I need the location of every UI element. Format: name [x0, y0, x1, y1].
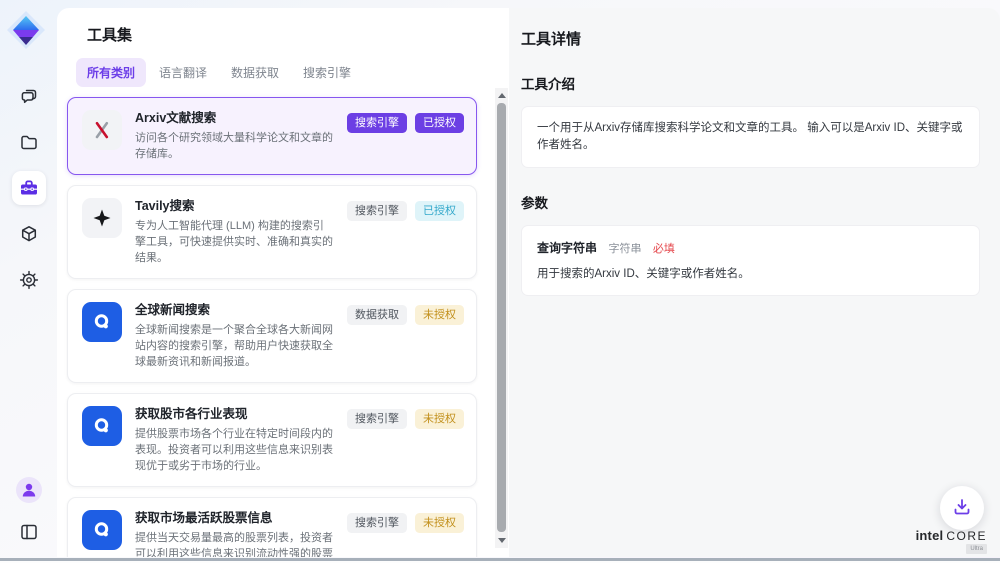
category-badge: 搜索引擎	[347, 513, 407, 533]
sidebar-item-panel-toggle[interactable]	[12, 515, 46, 549]
detail-title: 工具详情	[521, 28, 980, 49]
tool-detail-panel: 工具详情 工具介绍 一个用于从Arxiv存储库搜索科学论文和文章的工具。 输入可…	[509, 8, 1000, 557]
tool-card[interactable]: Arxiv文献搜索 访问各个研究领域大量科学论文和文章的存储库。 搜索引擎 已授…	[67, 97, 477, 175]
category-tab-3[interactable]: 搜索引擎	[292, 58, 362, 87]
sidebar-item-chat[interactable]	[12, 79, 46, 113]
app-logo	[6, 10, 46, 50]
tool-list: Arxiv文献搜索 访问各个研究领域大量科学论文和文章的存储库。 搜索引擎 已授…	[67, 97, 477, 557]
tool-list-panel: 工具集 所有类别语言翻译数据获取搜索引擎 Arxiv文献搜索 访问各个研究领域大…	[57, 8, 509, 557]
sidebar-item-plugins[interactable]	[12, 217, 46, 251]
chat-icon	[19, 86, 39, 106]
sidebar-item-tools[interactable]	[12, 171, 46, 205]
gear-icon	[19, 270, 39, 290]
cube-icon	[19, 224, 39, 244]
intro-card: 一个用于从Arxiv存储库搜索科学论文和文章的工具。 输入可以是Arxiv ID…	[521, 106, 980, 168]
arxiv-icon	[82, 110, 122, 150]
app-window: 工具集 所有类别语言翻译数据获取搜索引擎 Arxiv文献搜索 访问各个研究领域大…	[0, 0, 1000, 563]
tool-card[interactable]: Tavily搜索 专为人工智能代理 (LLM) 构建的搜索引擎工具，可快速提供实…	[67, 185, 477, 279]
intro-text: 一个用于从Arxiv存储库搜索科学论文和文章的工具。 输入可以是Arxiv ID…	[537, 122, 963, 151]
q-search-icon	[82, 302, 122, 342]
page-title: 工具集	[87, 24, 509, 45]
sidebar-nav	[0, 79, 57, 297]
tool-card[interactable]: 获取股市各行业表现 提供股票市场各个行业在特定时间段内的表现。投资者可以利用这些…	[67, 393, 477, 487]
tool-title: Tavily搜索	[135, 198, 334, 215]
scrollbar-thumb[interactable]	[497, 103, 506, 532]
download-button[interactable]	[940, 486, 984, 530]
tool-description: 提供股票市场各个行业在特定时间段内的表现。投资者可以利用这些信息来识别表现优于或…	[135, 426, 334, 474]
category-tab-1[interactable]: 语言翻译	[148, 58, 218, 87]
param-description: 用于搜索的Arxiv ID、关键字或作者姓名。	[537, 266, 964, 282]
auth-badge: 未授权	[415, 305, 464, 325]
download-icon	[951, 496, 973, 521]
category-tab-0[interactable]: 所有类别	[76, 58, 146, 87]
intro-heading: 工具介绍	[521, 73, 980, 93]
tool-description: 访问各个研究领域大量科学论文和文章的存储库。	[135, 130, 334, 162]
scrollbar-down-arrow[interactable]	[498, 538, 506, 543]
auth-badge: 未授权	[415, 409, 464, 429]
toolbox-icon	[18, 177, 40, 199]
scrollbar-up-arrow[interactable]	[498, 93, 506, 98]
tool-title: Arxiv文献搜索	[135, 110, 334, 127]
tool-card[interactable]: 全球新闻搜索 全球新闻搜索是一个聚合全球各大新闻网站内容的搜索引擎，帮助用户快速…	[67, 289, 477, 383]
tool-description: 提供当天交易量最高的股票列表，投资者可以利用这些信息来识别流动性强的股票和潜在的…	[135, 530, 334, 557]
tool-title: 获取股市各行业表现	[135, 406, 334, 423]
category-badge: 搜索引擎	[347, 113, 407, 133]
param-name: 查询字符串	[537, 241, 597, 255]
param-required-badge: 必填	[653, 243, 675, 255]
tavily-star-icon	[82, 198, 122, 238]
sidebar-item-account[interactable]	[12, 473, 46, 507]
q-search-icon	[82, 406, 122, 446]
param-type: 字符串	[608, 243, 641, 255]
category-tabs: 所有类别语言翻译数据获取搜索引擎	[76, 58, 509, 87]
params-heading: 参数	[521, 192, 980, 212]
sidebar-item-files[interactable]	[12, 125, 46, 159]
tool-description: 专为人工智能代理 (LLM) 构建的搜索引擎工具，可快速提供实时、准确和真实的结…	[135, 218, 334, 266]
core-wordmark: CORE	[946, 529, 987, 543]
sidebar-item-settings[interactable]	[12, 263, 46, 297]
auth-badge: 已授权	[415, 201, 464, 221]
sidebar-bottom	[0, 473, 57, 549]
param-card: 查询字符串 字符串 必填 用于搜索的Arxiv ID、关键字或作者姓名。	[521, 225, 980, 296]
auth-badge: 已授权	[415, 113, 464, 133]
category-tab-2[interactable]: 数据获取	[220, 58, 290, 87]
tool-title: 获取市场最活跃股票信息	[135, 510, 334, 527]
panel-toggle-icon	[19, 522, 39, 542]
tool-description: 全球新闻搜索是一个聚合全球各大新闻网站内容的搜索引擎，帮助用户快速获取全球最新资…	[135, 322, 334, 370]
intel-wordmark: intel	[916, 528, 944, 543]
auth-badge: 未授权	[415, 513, 464, 533]
category-badge: 数据获取	[347, 305, 407, 325]
ultra-badge: Ultra	[966, 544, 987, 554]
category-badge: 搜索引擎	[347, 201, 407, 221]
category-badge: 搜索引擎	[347, 409, 407, 429]
param-header: 查询字符串 字符串 必填	[537, 239, 964, 257]
intel-core-logo: intel CORE Ultra	[916, 528, 987, 554]
q-search-icon	[82, 510, 122, 550]
tool-card[interactable]: 获取市场最活跃股票信息 提供当天交易量最高的股票列表，投资者可以利用这些信息来识…	[67, 497, 477, 557]
folder-icon	[19, 132, 39, 152]
user-avatar	[16, 477, 42, 503]
list-scrollbar[interactable]	[495, 88, 508, 548]
tool-title: 全球新闻搜索	[135, 302, 334, 319]
sidebar	[0, 0, 57, 563]
